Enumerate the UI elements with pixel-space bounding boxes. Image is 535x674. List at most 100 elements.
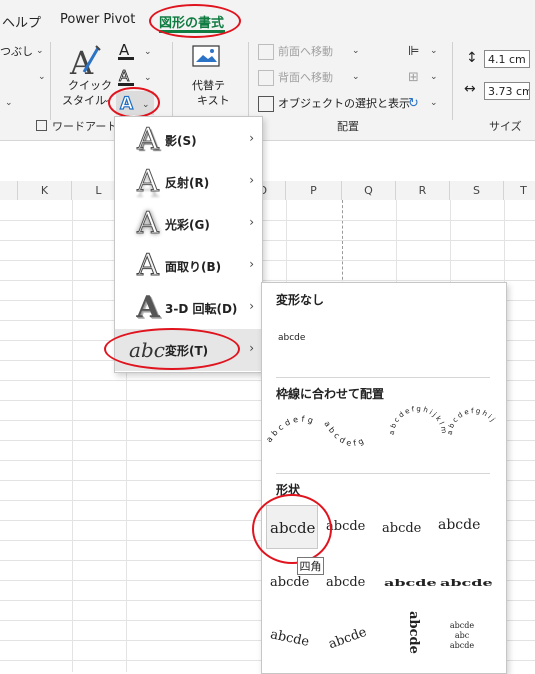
chevron-down-icon[interactable]: ⌄ bbox=[36, 44, 44, 59]
menu-item-3d-rotation[interactable]: A 3-D 回転(D) › bbox=[115, 287, 262, 329]
chevron-down-icon[interactable]: ⌄ bbox=[5, 96, 13, 111]
selection-pane-icon[interactable] bbox=[258, 96, 274, 112]
rotate-icon[interactable]: ↻ bbox=[408, 96, 419, 111]
width-icon: ↔ bbox=[464, 81, 476, 97]
follow-path-arch-down[interactable]: abcdefg bbox=[322, 419, 367, 448]
reflection-effect-icon: A bbox=[137, 164, 160, 199]
group-separator bbox=[452, 42, 453, 120]
tab-power-pivot[interactable]: Power Pivot bbox=[60, 12, 135, 27]
column-header-s[interactable]: S bbox=[450, 181, 504, 200]
group-objects-icon[interactable]: ⊞ bbox=[408, 70, 419, 85]
alt-text-button[interactable] bbox=[190, 44, 224, 72]
align-icon[interactable]: ⊫ bbox=[408, 44, 419, 59]
menu-item-label: 光彩(G) bbox=[165, 218, 210, 232]
bevel-effect-icon: A bbox=[137, 248, 160, 283]
quick-style-label-2[interactable]: スタイル bbox=[62, 93, 106, 108]
column-header-q[interactable]: Q bbox=[342, 181, 396, 200]
warp-option-wave-1[interactable]: abcde bbox=[266, 619, 318, 663]
group-separator bbox=[172, 42, 173, 120]
follow-path-arch-up[interactable]: abcdefg bbox=[264, 414, 317, 444]
text-outline-button[interactable]: A ⌄ bbox=[116, 66, 156, 88]
tab-help[interactable]: ヘルプ bbox=[2, 12, 41, 31]
menu-item-bevel[interactable]: A 面取り(B) › bbox=[115, 245, 262, 287]
column-header-k[interactable]: K bbox=[18, 181, 72, 200]
grid-line bbox=[0, 260, 535, 261]
chevron-down-icon[interactable]: ⌄ bbox=[430, 70, 438, 85]
chevron-down-icon[interactable]: ⌄ bbox=[430, 44, 438, 59]
warp-option-wave-2[interactable]: abcde bbox=[324, 619, 376, 663]
svg-text:abcdefghij: abcdefghij bbox=[446, 407, 498, 435]
text-effects-button[interactable]: A ⌄ bbox=[116, 91, 156, 115]
menu-item-shadow[interactable]: A 影(S) › bbox=[115, 119, 262, 161]
warp-sample-text: abcde bbox=[326, 624, 369, 653]
alt-text-label[interactable]: 代替テ bbox=[192, 78, 225, 93]
svg-text:A: A bbox=[119, 67, 130, 85]
alt-text-icon bbox=[192, 45, 220, 67]
svg-text:A: A bbox=[119, 41, 130, 59]
follow-path-circle[interactable]: abcdefghijklm bbox=[388, 405, 448, 436]
warp-option-square[interactable]: abcde bbox=[266, 505, 318, 549]
warp-option-can-up[interactable]: abcde bbox=[380, 563, 437, 607]
width-field[interactable]: 3.73 cm bbox=[484, 82, 530, 100]
warp-circle-line: abcde bbox=[449, 641, 475, 650]
tab-shape-format[interactable]: 図形の書式 bbox=[159, 12, 224, 31]
text-fill-icon: A ⌄ bbox=[118, 41, 152, 60]
chevron-down-icon[interactable]: ⌄ bbox=[352, 44, 360, 59]
column-header-t[interactable]: T bbox=[504, 181, 535, 200]
warp-option-can-down[interactable]: abcde bbox=[436, 563, 493, 607]
menu-item-glow[interactable]: A 光彩(G) › bbox=[115, 203, 262, 245]
path-sample-text: abcdefg bbox=[264, 414, 314, 444]
menu-item-label: 反射(R) bbox=[165, 176, 210, 190]
path-sample-text: abcdefghij bbox=[446, 407, 496, 435]
warp-circle-sample: abcde abc abcde bbox=[446, 621, 478, 651]
gallery-separator bbox=[276, 473, 490, 474]
grid-line bbox=[0, 280, 535, 281]
group-label-size: サイズ bbox=[489, 120, 522, 133]
menu-item-transform[interactable]: abc 変形(T) › bbox=[115, 329, 262, 371]
column-header-p[interactable]: P bbox=[286, 181, 342, 200]
send-backward-label[interactable]: 背面へ移動 bbox=[278, 70, 333, 85]
chevron-down-icon[interactable]: ⌄ bbox=[38, 70, 46, 85]
warp-option-triangle-down[interactable]: abcde bbox=[380, 505, 432, 549]
quick-style-label[interactable]: クイック bbox=[68, 78, 112, 93]
page-break-line bbox=[342, 200, 343, 290]
formula-bar-area bbox=[0, 141, 535, 182]
dialog-launcher-icon[interactable] bbox=[36, 120, 47, 131]
warp-tooltip: 四角 bbox=[297, 557, 324, 575]
height-field[interactable]: 4.1 cm bbox=[484, 50, 530, 68]
follow-path-header: 枠線に合わせて配置 bbox=[276, 387, 385, 401]
column-header-corner[interactable] bbox=[0, 181, 18, 200]
warp-option-triangle-up[interactable]: abcde bbox=[324, 505, 376, 549]
menu-item-reflection[interactable]: A 反射(R) › bbox=[115, 161, 262, 203]
menu-item-label: 3-D 回転(D) bbox=[165, 302, 238, 316]
follow-path-options: abcdefg abcdefg abcdefghijklm abcdefghij bbox=[264, 405, 498, 448]
chevron-down-icon[interactable]: ⌄ bbox=[103, 93, 111, 108]
ribbon: つぶし ⌄ ⌄ ⌄ A クイック スタイル ⌄ A ⌄ A ⌄ A ⌄ ワードア… bbox=[0, 38, 535, 141]
warp-option-circle[interactable]: abcde abc abcde bbox=[436, 619, 488, 663]
warp-sample-text: abcde bbox=[384, 576, 437, 589]
bring-forward-icon[interactable] bbox=[258, 44, 274, 60]
text-fill-button[interactable]: A ⌄ bbox=[116, 40, 156, 62]
chevron-down-icon[interactable]: ⌄ bbox=[352, 70, 360, 85]
gallery-separator bbox=[276, 377, 490, 378]
send-backward-icon[interactable] bbox=[258, 70, 274, 86]
text-outline-icon: A ⌄ bbox=[118, 67, 152, 86]
wordart-quick-style-icon: A bbox=[69, 44, 101, 82]
tab-active-underline bbox=[159, 30, 225, 33]
bring-forward-label[interactable]: 前面へ移動 bbox=[278, 44, 333, 59]
chevron-down-icon[interactable]: ⌄ bbox=[430, 96, 438, 111]
partial-fill-label[interactable]: つぶし bbox=[0, 44, 33, 59]
column-header-r[interactable]: R bbox=[396, 181, 450, 200]
ribbon-tab-bar: ヘルプ Power Pivot 図形の書式 bbox=[0, 0, 535, 38]
selection-pane-label[interactable]: オブジェクトの選択と表示 bbox=[278, 96, 410, 111]
warp-sample-text: abcde bbox=[382, 521, 422, 536]
alt-text-label-2[interactable]: キスト bbox=[197, 93, 230, 108]
warp-circle-line: abc bbox=[454, 631, 470, 640]
follow-path-button[interactable]: abcdefghij bbox=[446, 407, 498, 435]
no-transform-option[interactable]: abcde bbox=[278, 333, 305, 343]
warp-option-curve-down[interactable]: abcde bbox=[324, 563, 376, 607]
quick-style-button[interactable]: A bbox=[64, 42, 104, 82]
grid-line bbox=[0, 240, 535, 241]
warp-option-ring[interactable]: abcde bbox=[380, 611, 432, 663]
warp-option-chevron-up[interactable]: abcde bbox=[436, 505, 488, 549]
